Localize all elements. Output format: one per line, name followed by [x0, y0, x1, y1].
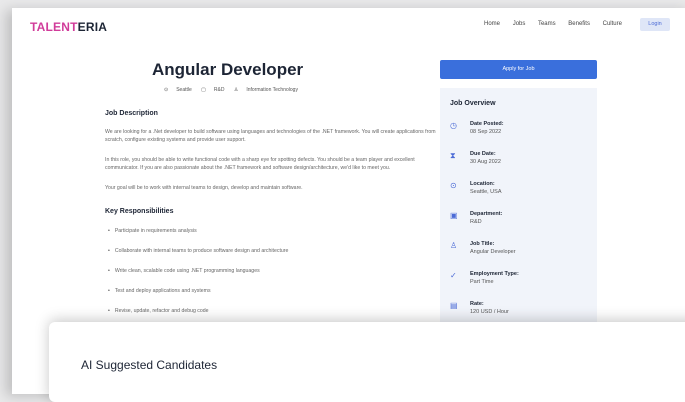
nav-jobs[interactable]: Jobs — [513, 21, 526, 27]
nav-menu: Home Jobs Teams Benefits Culture — [484, 21, 633, 27]
list-item: Collaborate with internal teams to produ… — [108, 248, 289, 254]
location-icon: ⊙ — [450, 181, 457, 190]
ai-candidates-title: AI Suggested Candidates — [81, 358, 218, 372]
list-item: Participate in requirements analysis — [108, 228, 197, 234]
top-nav: TALENTERIA Home Jobs Teams Benefits Cult… — [12, 8, 685, 44]
job-overview-panel: Job Overview ◷ Date Posted: 08 Sep 2022 … — [440, 88, 597, 328]
responsibilities-heading: Key Responsibilities — [105, 208, 174, 215]
meta-location: Seattle — [176, 87, 192, 93]
check-icon: ✓ — [450, 271, 457, 280]
user-icon: ♙ — [450, 241, 458, 250]
briefcase-icon: ▢ — [201, 87, 206, 93]
job-overview-heading: Job Overview — [450, 100, 496, 107]
desc-paragraph-3: Your goal will be to work with internal … — [105, 185, 303, 191]
job-meta: ⊙ Seattle ▢ R&D ♙ Information Technology — [164, 87, 306, 93]
meta-department: R&D — [213, 87, 225, 93]
logo[interactable]: TALENTERIA — [30, 20, 107, 34]
nav-teams[interactable]: Teams — [538, 21, 556, 27]
ai-candidates-panel: AI Suggested Candidates — [49, 322, 685, 402]
page-title: Angular Developer — [152, 60, 304, 79]
job-description-heading: Job Description — [105, 110, 158, 117]
desc-paragraph-2: In this role, you should be able to writ… — [105, 157, 415, 171]
desc-paragraph-1: We are looking for a .Net developer to b… — [105, 129, 436, 143]
nav-home[interactable]: Home — [484, 21, 500, 27]
location-icon: ⊙ — [164, 87, 169, 93]
nav-benefits[interactable]: Benefits — [568, 21, 590, 27]
list-item: Revise, update, refactor and debug code — [108, 308, 209, 314]
user-icon: ♙ — [233, 87, 239, 93]
clock-icon: ◷ — [450, 121, 457, 130]
briefcase-icon: ▣ — [450, 211, 458, 220]
hourglass-icon: ⧗ — [450, 151, 456, 160]
nav-culture[interactable]: Culture — [603, 21, 622, 27]
list-item: Test and deploy applications and systems — [108, 288, 211, 294]
apply-button[interactable]: Apply for Job — [440, 60, 597, 79]
list-item: Write clean, scalable code using .NET pr… — [108, 268, 260, 274]
money-icon: ▤ — [450, 301, 458, 310]
login-button[interactable]: Login — [640, 18, 670, 31]
meta-category: Information Technology — [246, 87, 298, 93]
